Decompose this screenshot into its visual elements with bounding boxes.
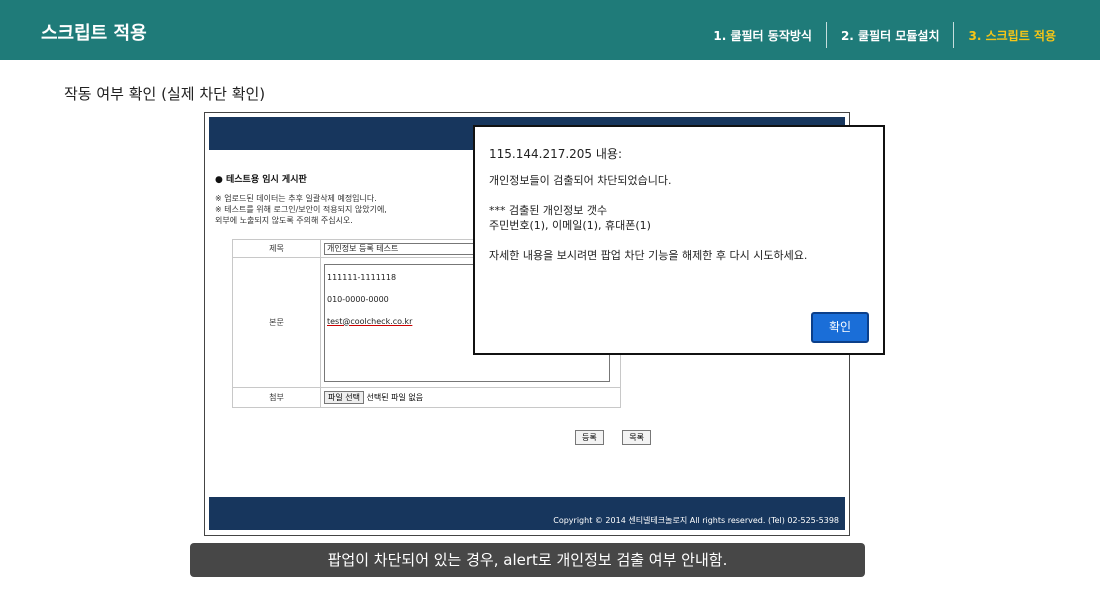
file-select-button[interactable]: 파일 선택 [324, 391, 364, 404]
ok-button[interactable]: 확인 [811, 312, 869, 343]
alert-host: 115.144.217.205 내용: [489, 147, 622, 161]
register-button[interactable]: 등록 [575, 430, 604, 445]
board-title: ● 테스트용 임시 게시판 [215, 175, 307, 185]
alert-line: 주민번호(1), 이메일(1), 휴대폰(1) [489, 219, 651, 232]
body-line: 111111-1111118 [327, 272, 397, 282]
board-notice: ※ 업로드된 데이터는 추후 일괄삭제 예정입니다. ※ 테스트를 위해 로그인… [215, 193, 387, 226]
body-email: test@coolcheck.co.kr [327, 316, 413, 326]
step-2[interactable]: 2. 쿨필터 모듈설치 [827, 27, 954, 44]
page-title: 스크립트 적용 [41, 23, 147, 44]
caption-banner: 팝업이 차단되어 있는 경우, alert로 개인정보 검출 여부 안내함. [190, 543, 865, 577]
site-footer-band: Copyright © 2014 센티넬테크놀로지 All rights res… [209, 497, 845, 530]
alert-message: 개인정보들이 검출되어 차단되었습니다. *** 검출된 개인정보 갯수 주민번… [489, 173, 807, 263]
notice-line: 외부에 노출되지 않도록 주의해 주십시오. [215, 216, 353, 225]
notice-line: ※ 업로드된 데이터는 추후 일괄삭제 예정입니다. [215, 194, 377, 203]
alert-line: 개인정보들이 검출되어 차단되었습니다. [489, 174, 672, 187]
copyright-text: Copyright © 2014 센티넬테크놀로지 All rights res… [553, 516, 839, 525]
step-navigation: 1. 쿨필터 동작방식 2. 쿨필터 모듈설치 3. 스크립트 적용 [699, 22, 1056, 48]
step-1[interactable]: 1. 쿨필터 동작방식 [699, 27, 826, 44]
alert-dialog: 115.144.217.205 내용: 개인정보들이 검출되어 차단되었습니다.… [473, 125, 885, 355]
alert-line: *** 검출된 개인정보 갯수 [489, 204, 608, 217]
list-button[interactable]: 목록 [622, 430, 652, 445]
notice-line: ※ 테스트를 위해 로그인/보안이 적용되지 않았기에, [215, 205, 387, 214]
subject-input[interactable]: 개인정보 등록 테스트 [324, 242, 476, 255]
top-bar: 스크립트 적용 1. 쿨필터 동작방식 2. 쿨필터 모듈설치 3. 스크립트 … [0, 0, 1100, 60]
form-buttons: 등록 목록 [575, 430, 667, 445]
file-status: 선택된 파일 없음 [366, 393, 424, 402]
subject-label: 제목 [232, 239, 321, 258]
body-line: 010-0000-0000 [327, 294, 389, 304]
file-label: 첨부 [232, 387, 321, 408]
body-label: 본문 [232, 257, 321, 388]
alert-line: 자세한 내용을 보시려면 팝업 차단 기능을 해제한 후 다시 시도하세요. [489, 249, 808, 262]
step-3-active[interactable]: 3. 스크립트 적용 [954, 27, 1056, 44]
section-subtitle: 작동 여부 확인 (실제 차단 확인) [64, 85, 266, 103]
